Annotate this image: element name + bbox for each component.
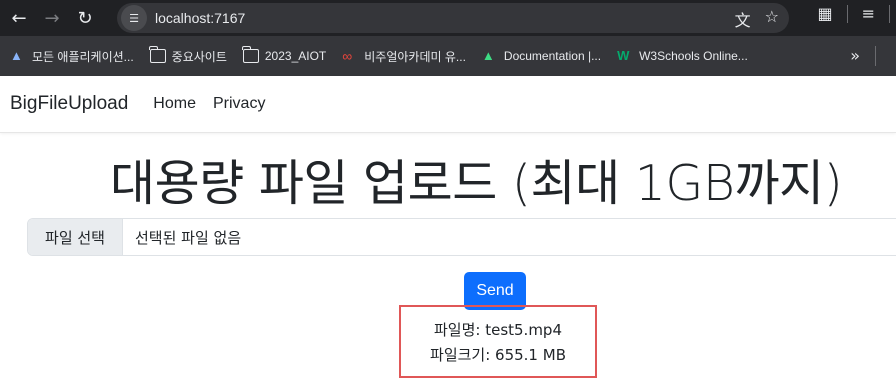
android-icon: ▲ — [481, 48, 495, 63]
reload-icon[interactable]: ↻ — [71, 4, 99, 32]
forward-icon[interactable]: → — [38, 4, 66, 32]
extensions-icon[interactable]: ▦ — [817, 4, 832, 23]
toolbar-divider — [889, 4, 890, 23]
page-title: 대용량 파일 업로드 (최대 1GB까지) — [110, 155, 843, 212]
bookmark-documentation[interactable]: ▲ Documentation |... — [481, 48, 601, 64]
file-input[interactable]: 파일 선택 선택된 파일 없음 — [27, 218, 896, 256]
url-text[interactable]: localhost:7167 — [155, 10, 245, 26]
bookmark-visual-academy[interactable]: ∞ 비주얼아카데미 유... — [342, 48, 466, 65]
nav-link-privacy[interactable]: Privacy — [213, 95, 265, 113]
infinity-icon: ∞ — [342, 48, 353, 64]
bookmark-star-icon[interactable]: ☆ — [765, 7, 779, 31]
address-bar[interactable]: ☰ localhost:7167 文 ☆ — [117, 3, 789, 33]
nav-link-home[interactable]: Home — [153, 95, 196, 113]
bookmarks-bar: ▲ 모든 애플리케이션... 중요사이트 2023_AIOT ∞ 비주얼아카데미… — [0, 36, 896, 76]
brand-link[interactable]: BigFileUpload — [10, 93, 128, 115]
more-bookmarks-button[interactable]: » — [850, 46, 860, 65]
bookmark-folder-important[interactable]: 중요사이트 — [149, 46, 227, 65]
upload-result-box: 파일명: test5.mp4 파일크기: 655.1 MB — [399, 305, 597, 378]
file-status-text: 선택된 파일 없음 — [135, 228, 242, 247]
reading-list-icon[interactable]: ≡ — [862, 4, 875, 23]
browser-toolbar: ← → ↻ ☰ localhost:7167 文 ☆ ▦ ≡ — [0, 0, 896, 36]
translate-icon[interactable]: 文 — [735, 7, 751, 31]
folder-icon — [149, 46, 166, 63]
bookmark-w3schools[interactable]: W W3Schools Online... — [617, 48, 748, 64]
back-icon[interactable]: ← — [5, 4, 33, 32]
apps-icon: ▲ — [10, 48, 23, 63]
choose-file-button[interactable]: 파일 선택 — [28, 219, 123, 255]
bookmark-apps[interactable]: ▲ 모든 애플리케이션... — [10, 48, 134, 65]
bookmark-folder-aiot[interactable]: 2023_AIOT — [242, 46, 326, 63]
result-filename: 파일명: test5.mp4 — [433, 320, 563, 339]
site-info-icon[interactable]: ☰ — [121, 5, 147, 31]
folder-icon — [242, 46, 259, 63]
app-navbar: BigFileUpload Home Privacy — [0, 76, 896, 133]
bookmarks-divider — [875, 46, 876, 66]
result-filesize: 파일크기: 655.1 MB — [430, 345, 566, 364]
w3schools-icon: W — [617, 48, 630, 63]
toolbar-divider — [846, 4, 848, 23]
